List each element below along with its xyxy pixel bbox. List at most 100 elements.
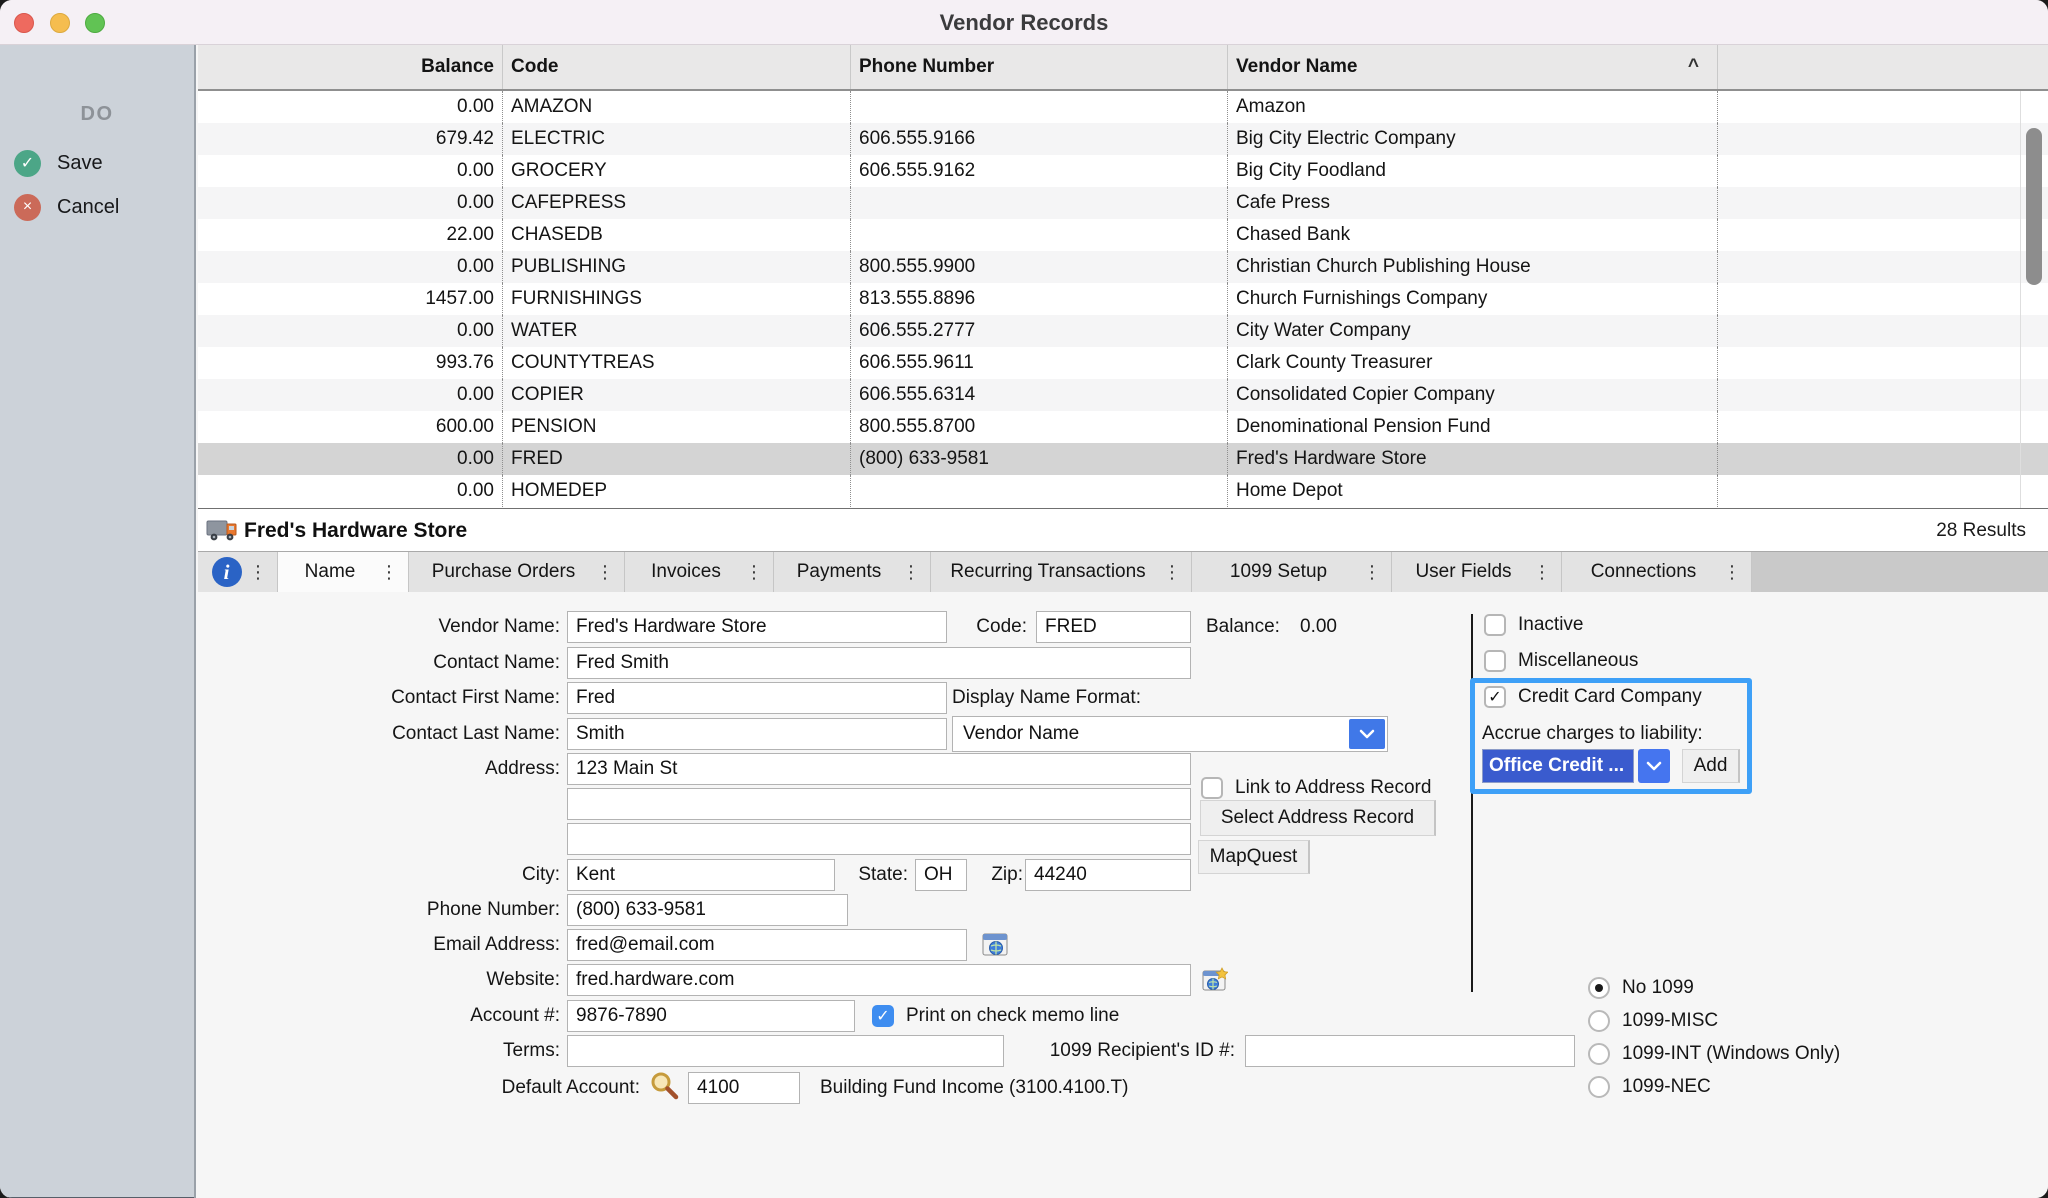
table-row-pension[interactable]: 600.00 PENSION 800.555.8700 Denomination… — [198, 411, 2048, 443]
table-row-chasedb[interactable]: 22.00 CHASEDB Chased Bank — [198, 219, 2048, 251]
credit-card-company-label: Credit Card Company — [1518, 681, 1702, 713]
column-header-phone[interactable]: Phone Number — [851, 45, 1228, 89]
truck-icon — [206, 518, 238, 544]
scrollbar-thumb[interactable] — [2026, 128, 2042, 285]
cell-phone — [851, 187, 1228, 219]
balance-value: 0.00 — [1300, 611, 1337, 643]
zip-input[interactable] — [1025, 859, 1191, 891]
liability-chevron-down-icon[interactable] — [1638, 749, 1670, 783]
inactive-checkbox[interactable]: ✓ — [1484, 614, 1506, 636]
table-row-water[interactable]: 0.00 WATER 606.555.2777 City Water Compa… — [198, 315, 2048, 347]
tab-options-dots-icon[interactable]: ⋮ — [249, 552, 267, 592]
cell-phone: (800) 633-9581 — [851, 443, 1228, 475]
cell-balance: 1457.00 — [198, 283, 503, 315]
chevron-down-icon[interactable] — [1349, 719, 1385, 749]
tab-options-dots-icon[interactable]: ⋮ — [1533, 552, 1551, 592]
cancel-button[interactable]: × Cancel — [0, 191, 194, 223]
phone-number-input[interactable] — [567, 894, 848, 926]
table-row-fred[interactable]: 0.00 FRED (800) 633-9581 Fred's Hardware… — [198, 443, 2048, 475]
display-name-format-select[interactable]: Vendor Name — [952, 716, 1388, 752]
table-row-electric[interactable]: 679.42 ELECTRIC 606.555.9166 Big City El… — [198, 123, 2048, 155]
tab-recurring-transactions[interactable]: Recurring Transactions ⋮ — [931, 552, 1192, 592]
miscellaneous-checkbox[interactable]: ✓ — [1484, 650, 1506, 672]
scrollbar-track — [2020, 91, 2021, 508]
cell-blank — [1718, 411, 2048, 443]
email-address-input[interactable] — [567, 929, 967, 961]
mapquest-button[interactable]: MapQuest — [1198, 840, 1310, 874]
column-header-balance[interactable]: Balance — [198, 45, 503, 89]
tab-options-dots-icon[interactable]: ⋮ — [596, 552, 614, 592]
cell-phone — [851, 475, 1228, 507]
link-to-address-record-checkbox[interactable]: ✓ — [1201, 777, 1223, 799]
code-input[interactable] — [1036, 611, 1191, 643]
tab-payments[interactable]: Payments ⋮ — [774, 552, 931, 592]
radio-1099-int-windows-only[interactable]: 1099-INT (Windows Only) — [1588, 1037, 1840, 1070]
table-row-furnishings[interactable]: 1457.00 FURNISHINGS 813.555.8896 Church … — [198, 283, 2048, 315]
address-line1-input[interactable] — [567, 753, 1191, 785]
credit-card-company-checkbox[interactable]: ✓ — [1484, 686, 1506, 708]
recipient-id-input[interactable] — [1245, 1035, 1575, 1067]
table-row-copier[interactable]: 0.00 COPIER 606.555.6314 Consolidated Co… — [198, 379, 2048, 411]
default-account-input[interactable] — [688, 1072, 800, 1104]
cell-vendor-name: City Water Company — [1228, 315, 1718, 347]
table-row-homedep[interactable]: 0.00 HOMEDEP Home Depot — [198, 475, 2048, 507]
tab-info[interactable]: i ⋮ — [198, 552, 278, 592]
cell-code: HOMEDEP — [503, 475, 851, 507]
cell-phone — [851, 219, 1228, 251]
vendor-name-input[interactable] — [567, 611, 947, 643]
terms-input[interactable] — [567, 1035, 1004, 1067]
tab-user-fields[interactable]: User Fields ⋮ — [1392, 552, 1562, 592]
default-account-label: Default Account: — [198, 1072, 640, 1104]
cell-phone: 606.555.6314 — [851, 379, 1228, 411]
column-header-code[interactable]: Code — [503, 45, 851, 89]
tab-connections[interactable]: Connections ⋮ — [1562, 552, 1752, 592]
address-line2-input[interactable] — [567, 788, 1191, 820]
cell-blank — [1718, 379, 2048, 411]
miscellaneous-label: Miscellaneous — [1518, 645, 1638, 677]
account-number-input[interactable] — [567, 1000, 855, 1032]
tab-options-dots-icon[interactable]: ⋮ — [902, 552, 920, 592]
contact-first-name-input[interactable] — [567, 682, 947, 714]
tab-options-dots-icon[interactable]: ⋮ — [1723, 552, 1741, 592]
cell-vendor-name: Cafe Press — [1228, 187, 1718, 219]
cell-vendor-name: Clark County Treasurer — [1228, 347, 1718, 379]
table-row-grocery[interactable]: 0.00 GROCERY 606.555.9162 Big City Foodl… — [198, 155, 2048, 187]
tab-options-dots-icon[interactable]: ⋮ — [745, 552, 763, 592]
radio-1099-nec[interactable]: 1099-NEC — [1588, 1070, 1840, 1103]
account-lookup-magnifier-icon[interactable] — [648, 1069, 680, 1101]
cell-code: AMAZON — [503, 91, 851, 123]
tab-invoices[interactable]: Invoices ⋮ — [625, 552, 774, 592]
cell-blank — [1718, 219, 2048, 251]
cell-vendor-name: Consolidated Copier Company — [1228, 379, 1718, 411]
radio-1099-misc[interactable]: 1099-MISC — [1588, 1004, 1840, 1037]
contact-name-input[interactable] — [567, 647, 1191, 679]
tab-options-dots-icon[interactable]: ⋮ — [1363, 552, 1381, 592]
table-row-countytreas[interactable]: 993.76 COUNTYTREAS 606.555.9611 Clark Co… — [198, 347, 2048, 379]
website-input[interactable] — [567, 964, 1191, 996]
website-webpage-icon[interactable] — [1202, 967, 1228, 993]
tab-options-dots-icon[interactable]: ⋮ — [1163, 552, 1181, 592]
save-button[interactable]: ✓ Save — [0, 147, 194, 179]
cell-balance: 22.00 — [198, 219, 503, 251]
city-input[interactable] — [567, 859, 835, 891]
table-row-publishing[interactable]: 0.00 PUBLISHING 800.555.9900 Christian C… — [198, 251, 2048, 283]
cancel-label: Cancel — [57, 196, 119, 219]
radio-no-1099[interactable]: No 1099 — [1588, 971, 1840, 1004]
email-webpage-icon[interactable] — [982, 932, 1008, 958]
column-header-vendor-name[interactable]: Vendor Name ^ — [1228, 45, 1718, 89]
state-input[interactable] — [915, 859, 967, 891]
tab-purchase-orders[interactable]: Purchase Orders ⋮ — [409, 552, 625, 592]
tab-1099-setup[interactable]: 1099 Setup ⋮ — [1192, 552, 1392, 592]
table-row-cafepress[interactable]: 0.00 CAFEPRESS Cafe Press — [198, 187, 2048, 219]
table-row-amazon[interactable]: 0.00 AMAZON Amazon — [198, 91, 2048, 123]
print-on-check-memo-checkbox[interactable]: ✓ — [872, 1005, 894, 1027]
tab-options-dots-icon[interactable]: ⋮ — [380, 552, 398, 592]
select-address-record-button[interactable]: Select Address Record — [1200, 800, 1436, 836]
radio-circle-icon — [1588, 1076, 1610, 1098]
liability-account-select[interactable]: Office Credit ... — [1482, 749, 1634, 783]
address-line3-input[interactable] — [567, 823, 1191, 855]
tab-name[interactable]: Name ⋮ — [278, 552, 409, 592]
contact-last-name-input[interactable] — [567, 718, 947, 750]
add-liability-button[interactable]: Add — [1682, 749, 1740, 783]
address-label: Address: — [198, 753, 560, 785]
